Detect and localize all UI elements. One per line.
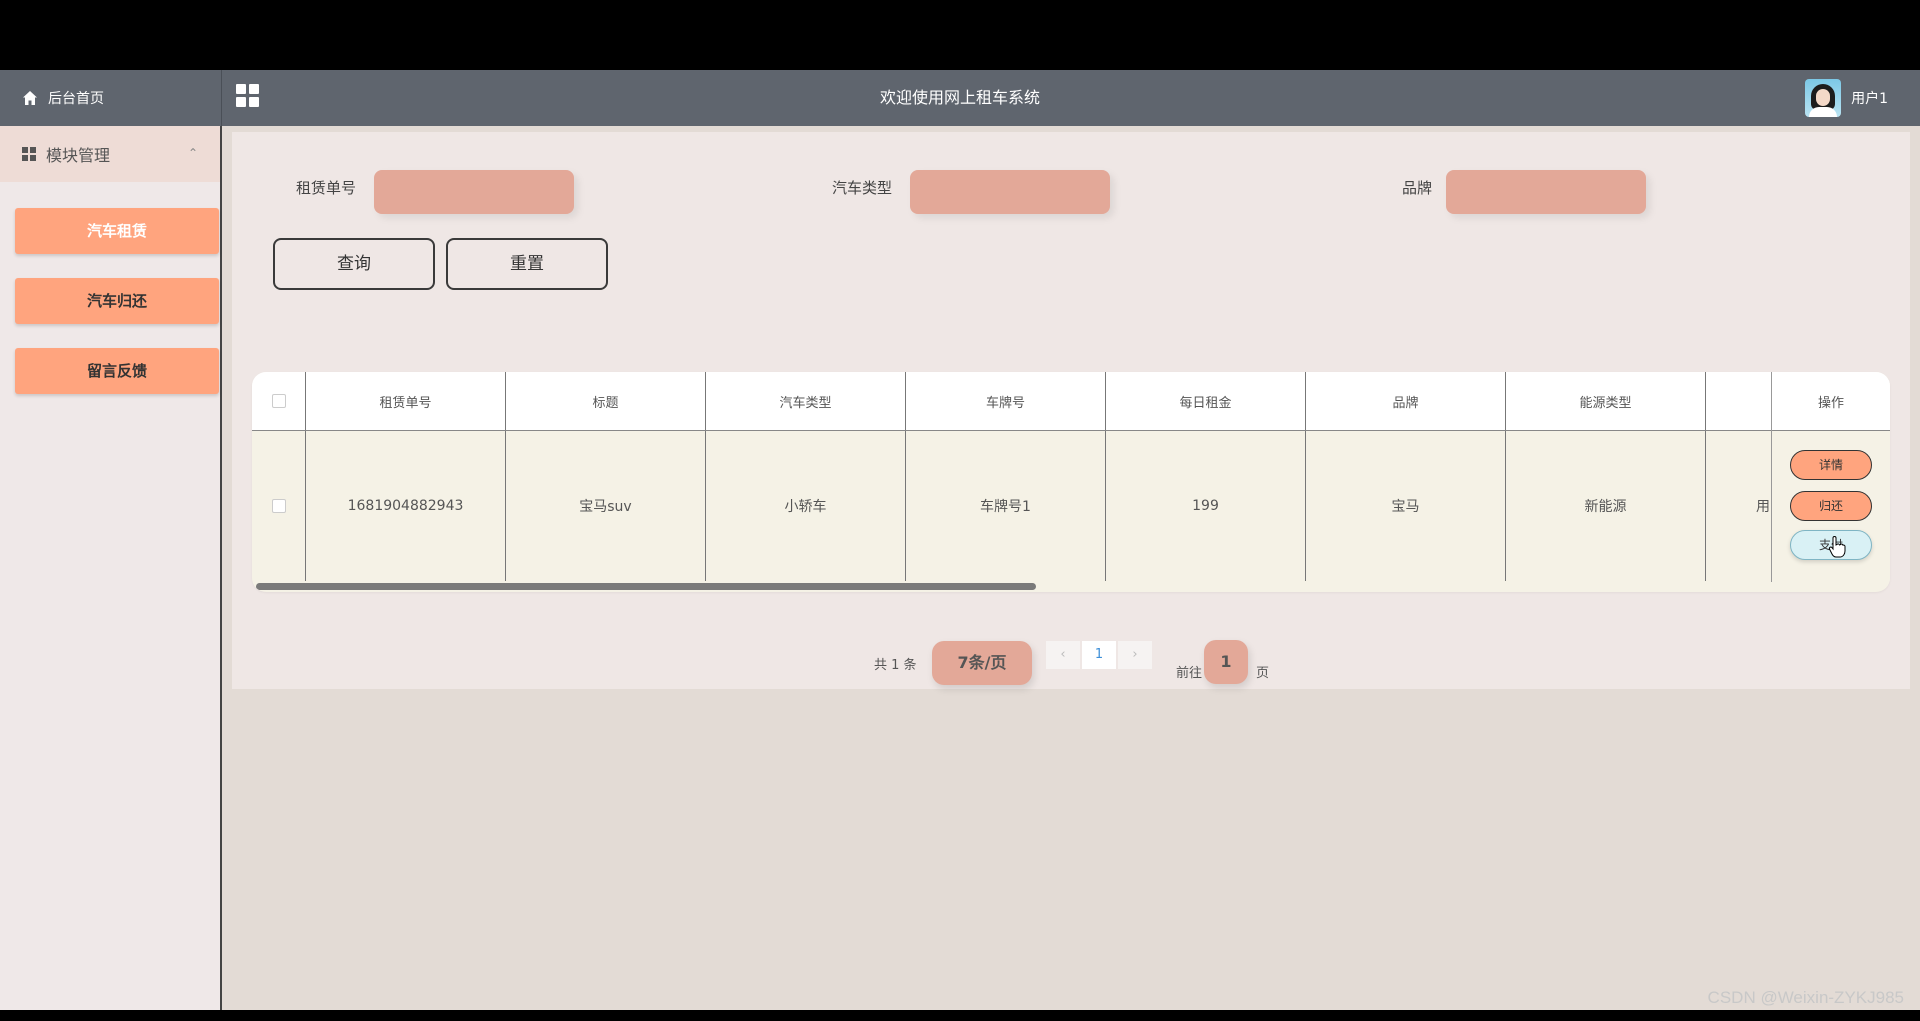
- module-label: 模块管理: [46, 146, 111, 165]
- cell-daily-rent: 199: [1106, 431, 1306, 581]
- module-icon: [22, 147, 36, 161]
- menu-grid-icon[interactable]: [236, 84, 260, 108]
- column-header[interactable]: 汽车类型: [706, 372, 906, 430]
- content-panel: 租赁单号 汽车类型 品牌 查询 重置 租赁单号 标题 汽车类型 车牌号 每日租金…: [232, 132, 1910, 689]
- chevron-left-icon[interactable]: ‹: [1046, 641, 1080, 669]
- page-size-select[interactable]: 7条/页: [932, 641, 1032, 685]
- watermark: CSDN @Weixin-ZYKJ985: [1707, 988, 1904, 1007]
- pagination-total: 共 1 条: [874, 658, 917, 673]
- user-menu[interactable]: 用户1: [1805, 74, 1888, 122]
- query-button[interactable]: 查询: [273, 238, 435, 290]
- car-type-input[interactable]: [910, 170, 1110, 214]
- column-header[interactable]: 租赁单号: [306, 372, 506, 430]
- cell-brand: 宝马: [1306, 431, 1506, 581]
- cell-order-no: 1681904882943: [306, 431, 506, 581]
- cell-partial: 用: [1756, 499, 1770, 515]
- user-name: 用户1: [1851, 91, 1888, 107]
- select-all-checkbox[interactable]: [271, 394, 286, 408]
- column-header-partial[interactable]: [1706, 372, 1772, 430]
- column-header[interactable]: 标题: [506, 372, 706, 430]
- home-icon: [23, 91, 37, 105]
- sidebar-item-car-rental[interactable]: 汽车租赁: [15, 208, 219, 254]
- brand-input[interactable]: [1446, 170, 1646, 214]
- column-header[interactable]: 每日租金: [1106, 372, 1306, 430]
- app-window: 后台首页 欢迎使用网上租车系统 用户1 模块管理 ⌃ 汽车租赁 汽车归还 留言反…: [0, 70, 1920, 1010]
- column-header[interactable]: 车牌号: [906, 372, 1106, 430]
- actions-column: 操作 详情 归还 支付: [1771, 372, 1890, 582]
- search-label-brand: 品牌: [1402, 179, 1433, 197]
- cell-energy-type: 新能源: [1506, 431, 1706, 581]
- table-row: 1681904882943 宝马suv 小轿车 车牌号1 199 宝马 新能源 …: [252, 431, 1890, 581]
- order-no-input[interactable]: [374, 170, 574, 214]
- sidebar: 模块管理 ⌃ 汽车租赁 汽车归还 留言反馈: [0, 126, 222, 1010]
- home-link[interactable]: 后台首页: [0, 70, 222, 126]
- avatar: [1805, 79, 1842, 117]
- chevron-up-icon: ⌃: [187, 146, 198, 160]
- home-label: 后台首页: [48, 91, 104, 107]
- row-checkbox[interactable]: [271, 499, 286, 513]
- sidebar-item-feedback[interactable]: 留言反馈: [15, 348, 219, 394]
- horizontal-scrollbar[interactable]: [256, 583, 1036, 590]
- goto-label: 前往: [1176, 666, 1203, 681]
- module-menu-header[interactable]: 模块管理 ⌃: [0, 126, 220, 182]
- cell-plate-no: 车牌号1: [906, 431, 1106, 581]
- cell-car-type: 小轿车: [706, 431, 906, 581]
- data-table: 租赁单号 标题 汽车类型 车牌号 每日租金 品牌 能源类型 1681904882…: [252, 372, 1890, 592]
- table-header: 租赁单号 标题 汽车类型 车牌号 每日租金 品牌 能源类型: [252, 372, 1890, 431]
- app-title: 欢迎使用网上租车系统: [879, 88, 1040, 107]
- return-button[interactable]: 归还: [1790, 491, 1872, 521]
- page-suffix: 页: [1256, 666, 1270, 681]
- chevron-right-icon[interactable]: ›: [1118, 641, 1152, 669]
- top-bar: 后台首页 欢迎使用网上租车系统 用户1: [0, 70, 1920, 126]
- goto-page-input[interactable]: 1: [1204, 640, 1248, 684]
- hand-cursor-icon: [1828, 536, 1846, 558]
- row-select-cell: [252, 431, 306, 581]
- column-header[interactable]: 能源类型: [1506, 372, 1706, 430]
- detail-button[interactable]: 详情: [1790, 450, 1872, 480]
- search-label-order-no: 租赁单号: [296, 179, 357, 197]
- search-label-car-type: 汽车类型: [832, 179, 893, 197]
- page-number[interactable]: 1: [1082, 641, 1116, 669]
- cell-title: 宝马suv: [506, 431, 706, 581]
- column-header[interactable]: 品牌: [1306, 372, 1506, 430]
- select-all-cell: [252, 372, 306, 430]
- actions-header: 操作: [1772, 372, 1890, 431]
- sidebar-item-car-return[interactable]: 汽车归还: [15, 278, 219, 324]
- reset-button[interactable]: 重置: [446, 238, 608, 290]
